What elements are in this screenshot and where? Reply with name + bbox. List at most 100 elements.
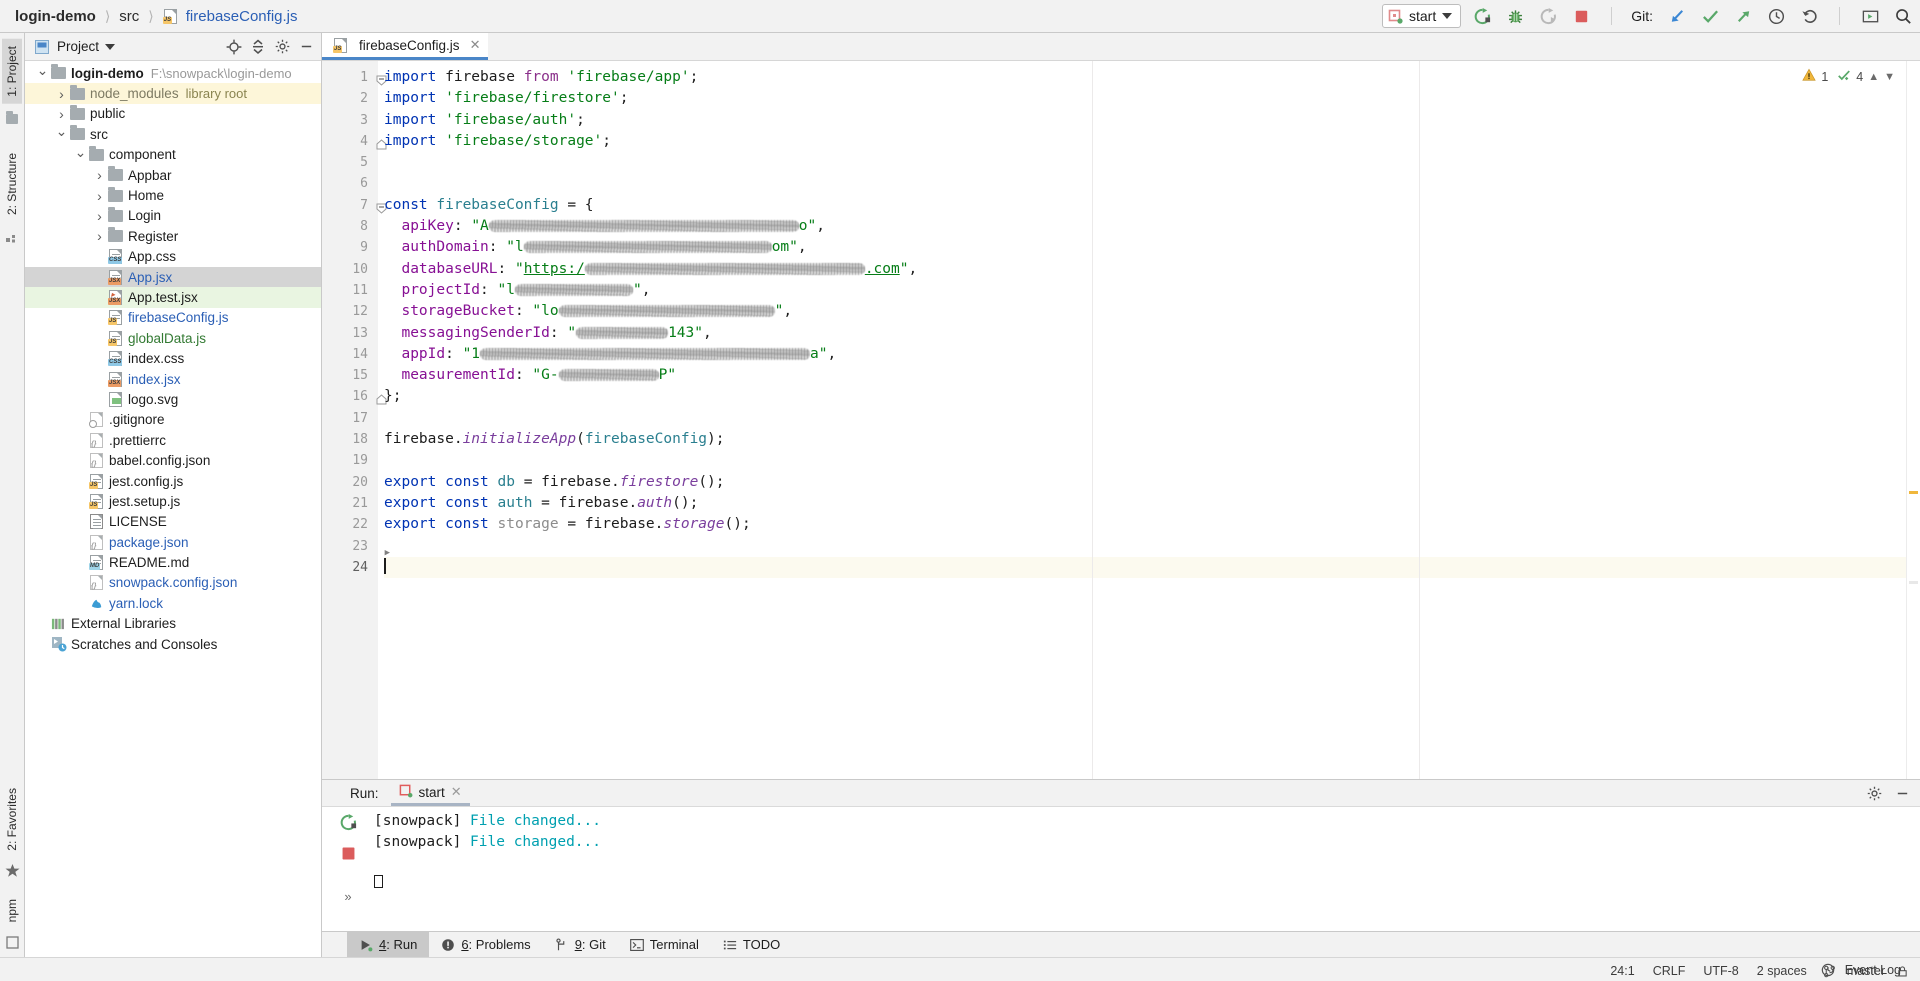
rerun-button[interactable]	[339, 813, 358, 835]
chevron-right-icon[interactable]: ›	[92, 188, 107, 204]
tree-node[interactable]: ⌄login-demoF:\snowpack\login-demo	[25, 63, 321, 83]
line-number[interactable]: 9	[322, 237, 378, 258]
code-line[interactable]	[384, 557, 1906, 578]
tree-node[interactable]: JSXindex.jsx	[25, 369, 321, 389]
bottom-tab-problems[interactable]: 6: Problems	[429, 932, 542, 958]
line-number[interactable]: 10	[322, 259, 378, 280]
chevron-down-icon[interactable]: ⌄	[73, 144, 88, 161]
tree-node[interactable]: logo.svg	[25, 389, 321, 409]
rail-tab-favorites[interactable]: 2: Favorites	[2, 781, 22, 858]
chevron-down-icon[interactable]	[105, 44, 115, 50]
debug-button[interactable]	[1504, 5, 1526, 27]
close-icon[interactable]: ✕	[451, 784, 462, 800]
tree-node[interactable]: External Libraries	[25, 614, 321, 634]
line-number[interactable]: 2	[322, 88, 378, 109]
line-number[interactable]: 13	[322, 323, 378, 344]
line-number[interactable]: 3	[322, 110, 378, 131]
line-number[interactable]: 14	[322, 344, 378, 365]
code-line[interactable]: projectId: "l",	[384, 280, 1906, 301]
file-encoding[interactable]: UTF-8	[1694, 964, 1747, 978]
line-number[interactable]: 11	[322, 280, 378, 301]
chevron-right-icon[interactable]: ›	[54, 86, 69, 102]
line-number[interactable]: 23	[322, 536, 378, 557]
code-line[interactable]: export const db = firebase.firestore();	[384, 472, 1906, 493]
tree-node[interactable]: .gitignore	[25, 410, 321, 430]
tree-node[interactable]: MDREADME.md	[25, 552, 321, 572]
chevron-right-icon[interactable]: ›	[54, 106, 69, 122]
code-analysis-marker-bar[interactable]	[1906, 61, 1920, 779]
search-icon[interactable]	[1892, 5, 1914, 27]
close-icon[interactable]: ✕	[470, 37, 481, 53]
tree-node[interactable]: JSjest.config.js	[25, 471, 321, 491]
code-line[interactable]	[384, 173, 1906, 194]
tree-node[interactable]: ›node_moduleslibrary root	[25, 83, 321, 103]
line-number[interactable]: 5	[322, 152, 378, 173]
code-line[interactable]: apiKey: "Ao",	[384, 216, 1906, 237]
settings-gear-icon[interactable]	[273, 38, 291, 56]
line-number[interactable]: 8	[322, 216, 378, 237]
tree-node[interactable]: CSSApp.css	[25, 247, 321, 267]
hide-panel-icon[interactable]	[1892, 783, 1912, 803]
code-line[interactable]: const firebaseConfig = {	[384, 195, 1906, 216]
tree-node[interactable]: ⌄src	[25, 124, 321, 144]
code-line[interactable]	[384, 152, 1906, 173]
tree-node[interactable]: {}babel.config.json	[25, 450, 321, 470]
line-number[interactable]: 12	[322, 301, 378, 322]
code-editor[interactable]: 123456789101112131415161718192021222324▶…	[322, 61, 1920, 779]
line-number[interactable]: 18	[322, 429, 378, 450]
line-number[interactable]: 19	[322, 450, 378, 471]
rerun-button[interactable]	[1471, 5, 1493, 27]
line-number[interactable]: 22	[322, 514, 378, 535]
line-number[interactable]: 4	[322, 131, 378, 152]
tree-node[interactable]: ›Register	[25, 226, 321, 246]
line-number[interactable]: 21	[322, 493, 378, 514]
line-number[interactable]: 1	[322, 67, 378, 88]
tree-node[interactable]: JSglobalData.js	[25, 328, 321, 348]
chevron-down-icon[interactable]	[1442, 13, 1452, 19]
settings-gear-icon[interactable]	[1864, 783, 1884, 803]
breadcrumb-folder[interactable]: src	[116, 8, 142, 25]
git-commit-icon[interactable]	[1699, 5, 1721, 27]
code-line[interactable]: storageBucket: "lo",	[384, 301, 1906, 322]
bottom-tab-todo[interactable]: TODO	[711, 932, 792, 958]
chevron-up-icon[interactable]: ▲	[1868, 71, 1879, 83]
code-line[interactable]: import 'firebase/storage';	[384, 131, 1906, 152]
rail-tab-project[interactable]: 1: Project	[2, 39, 22, 104]
chevron-right-icon[interactable]: ›	[92, 208, 107, 224]
locate-file-icon[interactable]	[225, 38, 243, 56]
tree-node[interactable]: CSSindex.css	[25, 348, 321, 368]
tree-node[interactable]: ›Home	[25, 185, 321, 205]
code-line[interactable]: import firebase from 'firebase/app';	[384, 67, 1906, 88]
code-line[interactable]	[384, 408, 1906, 429]
code-line[interactable]: authDomain: "lom",	[384, 237, 1906, 258]
stop-button[interactable]	[340, 845, 357, 865]
code-line[interactable]	[384, 536, 1906, 557]
line-number[interactable]: 20	[322, 472, 378, 493]
line-number[interactable]: 6	[322, 173, 378, 194]
lock-icon[interactable]	[1894, 963, 1910, 979]
more-actions-icon[interactable]: »	[344, 889, 351, 904]
chevron-down-icon[interactable]: ⌄	[35, 62, 50, 79]
run-configuration-selector[interactable]: start	[1382, 4, 1461, 28]
warning-marker[interactable]	[1909, 491, 1918, 494]
code-line[interactable]: messagingSenderId: "143",	[384, 323, 1906, 344]
chevron-down-icon[interactable]: ⌄	[54, 123, 69, 140]
tree-node[interactable]: yarn.lock	[25, 593, 321, 613]
code-line[interactable]: databaseURL: "https:/.com",	[384, 259, 1906, 280]
tree-node[interactable]: ›Login	[25, 206, 321, 226]
code-line[interactable]: measurementId: "G-P"	[384, 365, 1906, 386]
line-number[interactable]: 16	[322, 386, 378, 407]
console-prompt[interactable]	[374, 872, 1920, 893]
tree-node[interactable]: ⌄component	[25, 145, 321, 165]
tree-node[interactable]: {}.prettierrc	[25, 430, 321, 450]
tree-node[interactable]: JSfirebaseConfig.js	[25, 308, 321, 328]
stop-button[interactable]	[1570, 5, 1592, 27]
code-line[interactable]: firebase.initializeApp(firebaseConfig);	[384, 429, 1906, 450]
git-rollback-icon[interactable]	[1798, 5, 1820, 27]
git-branch-label[interactable]: master	[1838, 964, 1894, 978]
collapse-all-icon[interactable]	[249, 38, 267, 56]
line-number[interactable]: 7	[322, 195, 378, 216]
tree-node[interactable]: {}snowpack.config.json	[25, 573, 321, 593]
tree-node[interactable]: Scratches and Consoles	[25, 634, 321, 654]
project-tree[interactable]: ⌄login-demoF:\snowpack\login-demo›node_m…	[25, 61, 321, 957]
